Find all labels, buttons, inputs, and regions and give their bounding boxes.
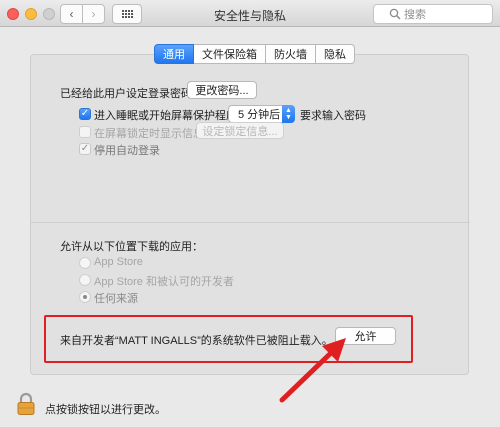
annotation-arrow	[279, 338, 346, 403]
lock-icon[interactable]	[16, 392, 36, 416]
lock-hint-text: 点按锁按钮以进行更改。	[45, 404, 166, 416]
